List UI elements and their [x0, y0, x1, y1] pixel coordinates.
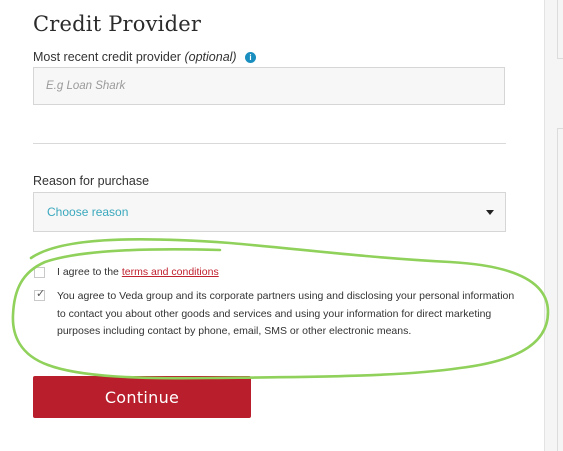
- marketing-consent-text: You agree to Veda group and its corporat…: [57, 290, 515, 337]
- terms-agreement-text: I agree to the terms and conditions: [57, 266, 219, 278]
- reason-select-value: Choose reason: [47, 205, 129, 219]
- section-title: Credit Provider: [33, 12, 202, 36]
- terms-checkbox[interactable]: [34, 267, 45, 278]
- reason-label: Reason for purchase: [33, 174, 150, 188]
- info-icon[interactable]: i: [245, 52, 256, 63]
- right-side-panel-edge: [544, 0, 563, 451]
- credit-provider-label: Most recent credit provider (optional): [33, 50, 237, 64]
- terms-prefix: I agree to the: [57, 266, 119, 278]
- panel-border: [557, 0, 558, 58]
- terms-link[interactable]: terms and conditions: [122, 266, 219, 278]
- checkmark-icon: ✓: [36, 288, 46, 300]
- continue-button[interactable]: Continue: [33, 376, 251, 418]
- caret-down-icon: [486, 210, 494, 215]
- credit-provider-input[interactable]: [33, 67, 505, 105]
- reason-select[interactable]: Choose reason: [33, 192, 506, 232]
- panel-border: [557, 128, 558, 451]
- optional-tag: (optional): [184, 50, 237, 64]
- marketing-consent-checkbox[interactable]: ✓: [34, 288, 46, 301]
- credit-provider-label-text: Most recent credit provider: [33, 50, 181, 64]
- panel-border: [557, 128, 563, 129]
- panel-border: [557, 58, 563, 59]
- section-divider: [33, 143, 506, 144]
